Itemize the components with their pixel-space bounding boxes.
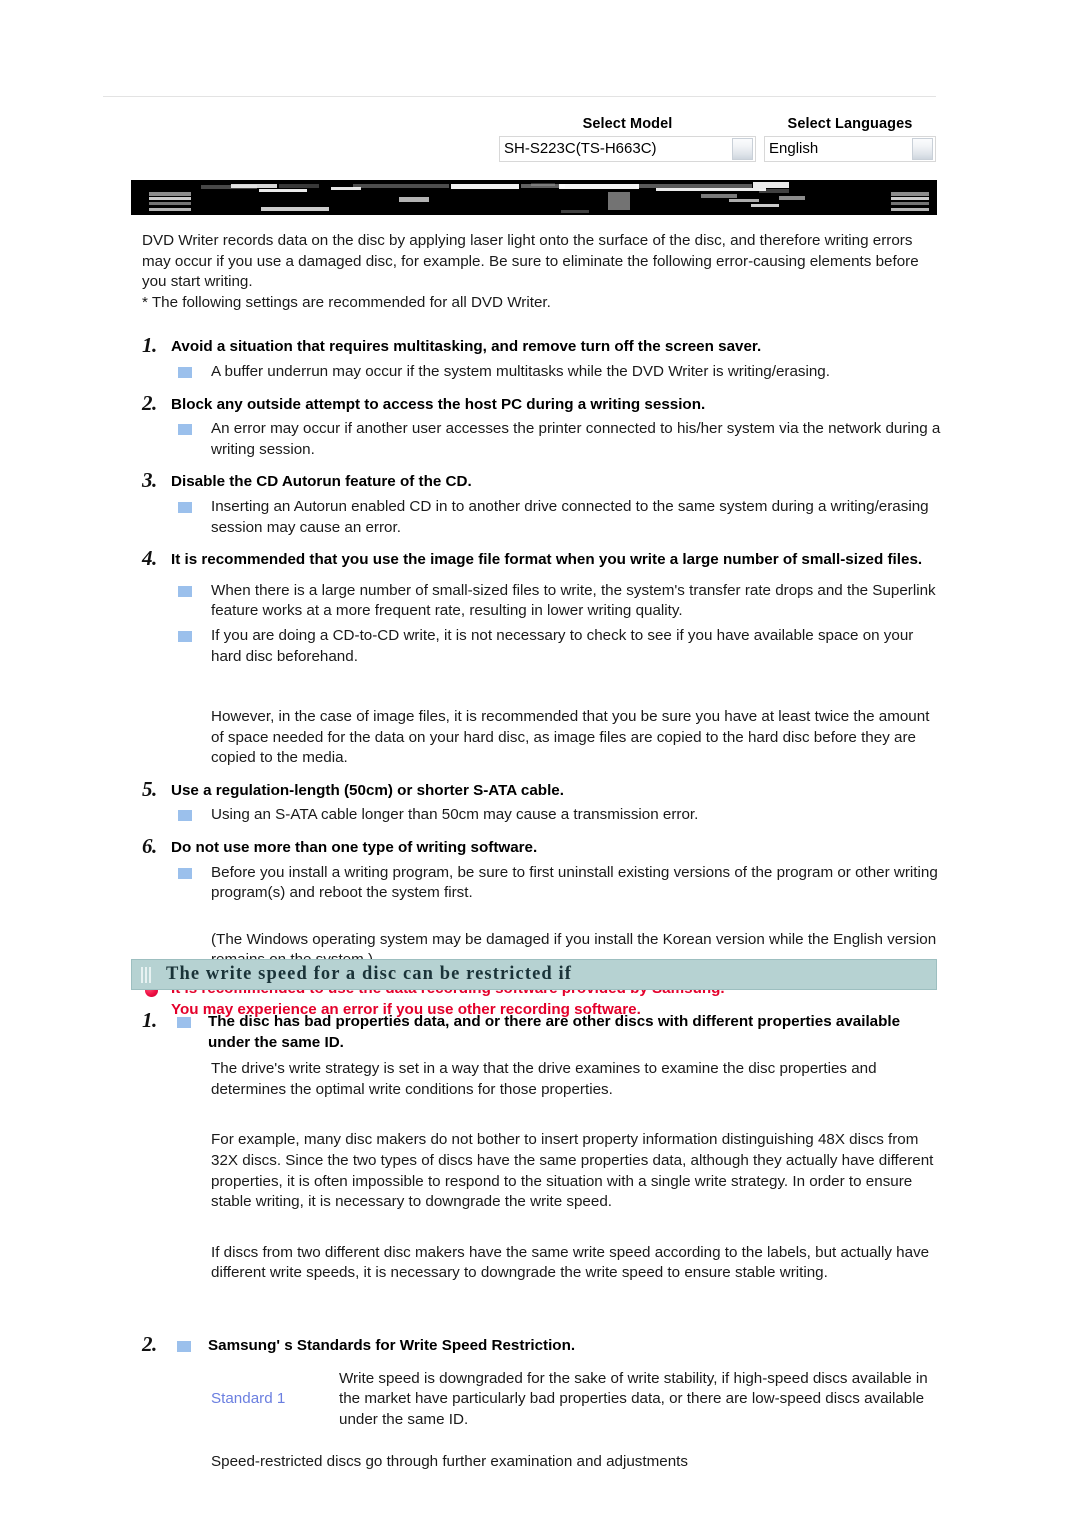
list-item-title: Samsung' s Standards for Write Speed Res… — [208, 1336, 576, 1354]
list-item: 2. Samsung' s Standards for Write Speed … — [142, 1332, 942, 1357]
list-item: 5. Use a regulation-length (50cm) or sho… — [142, 777, 942, 802]
list-item-title: It is recommended that you use the image… — [171, 551, 923, 569]
list-number: 2. — [142, 1331, 157, 1356]
bullet-text: When there is a large number of small-si… — [211, 581, 936, 620]
chevron-down-icon[interactable] — [912, 138, 933, 160]
standard-label: Standard 1 — [211, 1389, 286, 1407]
list-item: 1. The disc has bad properties data, and… — [142, 1008, 942, 1053]
list-item: When there is a large number of small-si… — [178, 581, 943, 622]
bullet-text: Before you install a writing program, be… — [211, 863, 938, 902]
list-item-title: Block any outside attempt to access the … — [171, 395, 706, 413]
list-item: 4. It is recommended that you use the im… — [142, 546, 942, 571]
square-bullet-icon — [177, 1340, 191, 1352]
list-item: 3. Disable the CD Autorun feature of the… — [142, 468, 942, 493]
select-languages-label: Select Languages — [787, 116, 913, 132]
language-dropdown[interactable]: English — [764, 136, 936, 162]
top-divider — [103, 96, 936, 97]
list-item: 2. Block any outside attempt to access t… — [142, 391, 942, 416]
bullet-text: If you are doing a CD-to-CD write, it is… — [211, 626, 914, 665]
square-bullet-icon — [177, 1017, 191, 1028]
square-bullet-icon — [178, 630, 192, 642]
list-item-title: The disc has bad properties data, and or… — [208, 1013, 901, 1051]
navigation-banner[interactable] — [131, 180, 937, 215]
list-item: 1. Avoid a situation that requires multi… — [142, 333, 942, 358]
list-number: 2. — [142, 390, 157, 415]
list-number: 4. — [142, 546, 157, 571]
list-item: Using an S-ATA cable longer than 50cm ma… — [178, 805, 943, 826]
bars-icon — [141, 966, 158, 983]
bullet-text: Using an S-ATA cable longer than 50cm ma… — [211, 806, 699, 824]
section-header-bar: The write speed for a disc can be restri… — [131, 959, 937, 990]
square-bullet-icon — [178, 366, 192, 378]
language-selector-group: Select Languages English — [764, 114, 936, 162]
bullet-text: Inserting an Autorun enabled CD in to an… — [211, 497, 929, 536]
write-strategy-paragraph: The drive's write strategy is set in a w… — [211, 1060, 877, 1098]
standard-row: Standard 1 Write speed is downgraded for… — [211, 1369, 946, 1431]
list-number: 6. — [142, 834, 157, 859]
list-number: 1. — [142, 333, 157, 358]
model-selector-group: Select Model SH-S223C(TS-H663C) — [499, 114, 756, 162]
list-item-title: Use a regulation-length (50cm) or shorte… — [171, 781, 564, 799]
square-bullet-icon — [178, 810, 192, 822]
list-item: If you are doing a CD-to-CD write, it is… — [178, 626, 943, 667]
square-bullet-icon — [178, 585, 192, 597]
selector-header: Select Model SH-S223C(TS-H663C) Select L… — [103, 114, 936, 162]
standard-description: Write speed is downgraded for the sake o… — [339, 1369, 928, 1428]
section-title: The write speed for a disc can be restri… — [166, 964, 573, 984]
disc-makers-paragraph: For example, many disc makers do not bot… — [211, 1131, 934, 1211]
square-bullet-icon — [178, 424, 192, 436]
square-bullet-icon — [178, 867, 192, 879]
list-number: 3. — [142, 468, 157, 493]
list-item-title: Do not use more than one type of writing… — [171, 839, 538, 857]
list-item-title: Disable the CD Autorun feature of the CD… — [171, 473, 472, 491]
list-item-title: Avoid a situation that requires multitas… — [171, 338, 762, 356]
list-item: Before you install a writing program, be… — [178, 863, 943, 904]
list-item: 6. Do not use more than one type of writ… — [142, 834, 942, 859]
chevron-down-icon[interactable] — [732, 138, 753, 160]
square-bullet-icon — [178, 501, 192, 513]
intro-paragraph: DVD Writer records data on the disc by a… — [142, 232, 919, 291]
model-dropdown[interactable]: SH-S223C(TS-H663C) — [499, 136, 756, 162]
list-item: An error may occur if another user acces… — [178, 419, 943, 460]
list-item: Inserting an Autorun enabled CD in to an… — [178, 497, 943, 538]
restriction-content: 1. The disc has bad properties data, and… — [103, 1008, 946, 1473]
list-number: 1. — [142, 1008, 157, 1032]
language-dropdown-value: English — [769, 140, 819, 157]
same-write-speed-paragraph: If discs from two different disc makers … — [211, 1243, 930, 1282]
manual-content: DVD Writer records data on the disc by a… — [103, 231, 943, 1020]
model-dropdown-value: SH-S223C(TS-H663C) — [504, 140, 657, 157]
list-item: A buffer underrun may occur if the syste… — [178, 362, 943, 383]
intro-note: * The following settings are recommended… — [142, 293, 551, 311]
bullet-text: An error may occur if another user acces… — [211, 420, 941, 458]
manual-page: Select Model SH-S223C(TS-H663C) Select L… — [0, 0, 1080, 1527]
list-number: 5. — [142, 776, 157, 801]
image-file-note: However, in the case of image files, it … — [211, 708, 930, 767]
closing-paragraph: Speed-restricted discs go through furthe… — [211, 1453, 688, 1471]
select-model-label: Select Model — [582, 116, 673, 132]
bullet-text: A buffer underrun may occur if the syste… — [211, 362, 830, 380]
